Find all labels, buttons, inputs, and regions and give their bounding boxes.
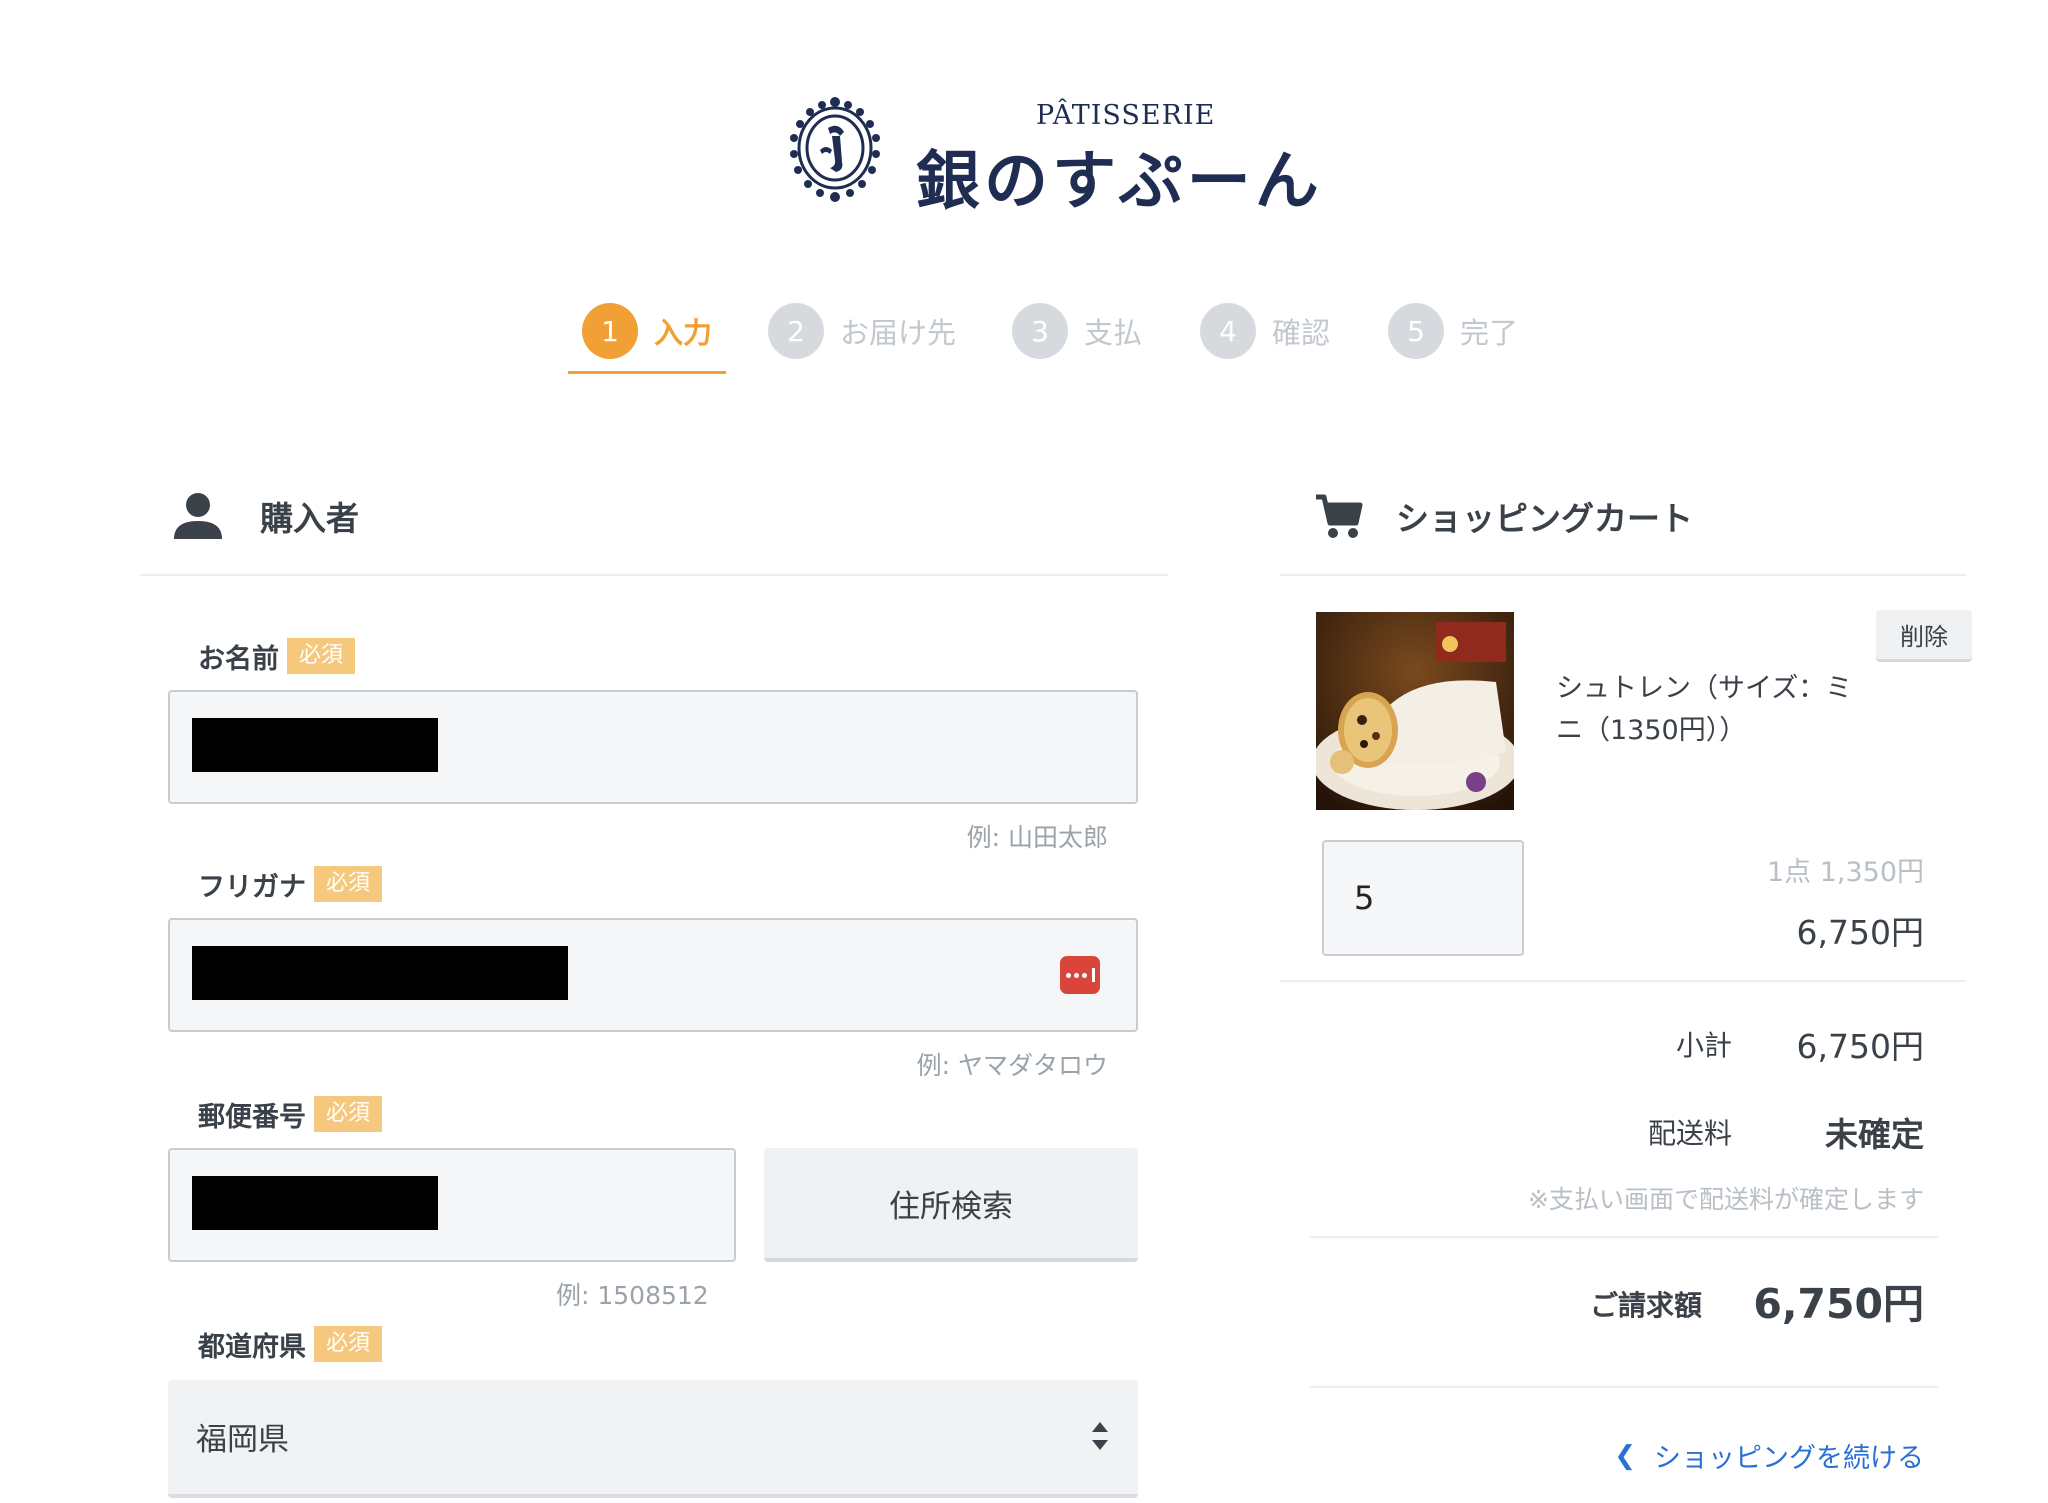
step-label: お届け先 [840,316,957,350]
required-badge: 必須 [287,638,356,674]
total-value: 6,750円 [1753,1280,1924,1328]
step-number: 3 [1012,303,1068,359]
prefecture-label: 都道府県 必須 [198,1324,383,1364]
delete-item-button[interactable]: 削除 [1876,610,1972,662]
step-label: 入力 [654,316,713,350]
step-confirm: 4 確認 [1200,300,1330,362]
address-search-button[interactable]: 住所検索 [764,1148,1138,1262]
postal-label: 郵便番号 必須 [198,1094,383,1134]
name-input[interactable] [168,690,1138,804]
person-icon [174,493,222,539]
postal-label-text: 郵便番号 [198,1101,306,1133]
purchaser-title: 購入者 [260,499,359,538]
furigana-hint: 例: ヤマダタロウ [916,1051,1108,1080]
step-complete: 5 完了 [1388,300,1518,362]
step-label: 確認 [1272,316,1331,350]
postal-hint: 例: 1508512 [556,1281,709,1310]
subtotal-value: 6,750円 [1796,1027,1924,1066]
password-manager-icon[interactable] [1060,956,1100,994]
step-label: 支払 [1084,316,1143,350]
step-number: 2 [768,303,824,359]
furigana-label-text: フリガナ [198,871,306,903]
shipping-note: ※支払い画面で配送料が確定します [1528,1185,1924,1214]
redacted-value [192,1176,438,1230]
shipping-label: 配送料 [1647,1117,1732,1150]
purchaser-divider [140,574,1168,576]
continue-shopping-label: ショッピングを続ける [1654,1443,1924,1474]
furigana-label: フリガナ 必須 [198,864,383,904]
prefecture-label-text: 都道府県 [198,1331,306,1363]
shipping-value: 未確定 [1825,1115,1924,1154]
prefecture-value: 福岡県 [196,1422,289,1458]
step-input: 1 入力 [582,300,712,362]
step-number: 4 [1200,303,1256,359]
product-image[interactable] [1316,612,1514,810]
redacted-value [192,718,438,772]
step-label: 完了 [1460,316,1519,350]
subtotal-label: 小計 [1675,1029,1732,1062]
line-total: 6,750円 [1796,913,1924,952]
cart-divider [1280,574,1966,576]
name-hint: 例: 山田太郎 [966,823,1108,852]
postal-code-input[interactable] [168,1148,736,1262]
unit-price: 1点 1,350円 [1766,857,1924,888]
totals-divider [1310,1236,1938,1238]
brand-logo[interactable]: PÂTISSERIE 銀のすぷーん [780,92,1340,222]
step-delivery: 2 お届け先 [768,300,956,362]
prefecture-select[interactable]: 福岡県 [168,1380,1138,1498]
checkout-steps: 1 入力 2 お届け先 3 支払 4 確認 5 完了 [0,300,2048,380]
total-bottom-divider [1310,1386,1938,1388]
select-arrows-icon [1092,1422,1108,1450]
cart-title: ショッピングカート [1396,499,1693,538]
name-label-text: お名前 [198,643,279,675]
redacted-value [192,946,568,1000]
cart-item-divider [1280,980,1966,982]
logo-wordmark: 銀のすぷーん [916,144,1323,219]
logo-emblem-icon [790,97,880,202]
cart-icon [1316,494,1363,538]
quantity-input[interactable]: 5 [1322,840,1524,956]
furigana-input[interactable] [168,918,1138,1032]
continue-shopping-link[interactable]: ❮ ショッピングを続ける [1614,1436,1924,1475]
required-badge: 必須 [314,866,383,902]
product-name[interactable]: シュトレン（サイズ：ミニ（1350円）） [1556,668,1876,752]
chevron-left-icon: ❮ [1614,1440,1636,1471]
purchaser-header: 購入者 [172,486,359,546]
name-label: お名前 必須 [198,636,356,676]
required-badge: 必須 [314,1096,383,1132]
active-step-underline [568,371,726,374]
step-number: 1 [582,303,638,359]
total-label: ご請求額 [1589,1289,1702,1322]
cart-header: ショッピングカート [1314,486,1693,546]
step-number: 5 [1388,303,1444,359]
logo-subtitle: PÂTISSERIE [1036,100,1216,131]
required-badge: 必須 [314,1326,383,1362]
step-payment: 3 支払 [1012,300,1142,362]
